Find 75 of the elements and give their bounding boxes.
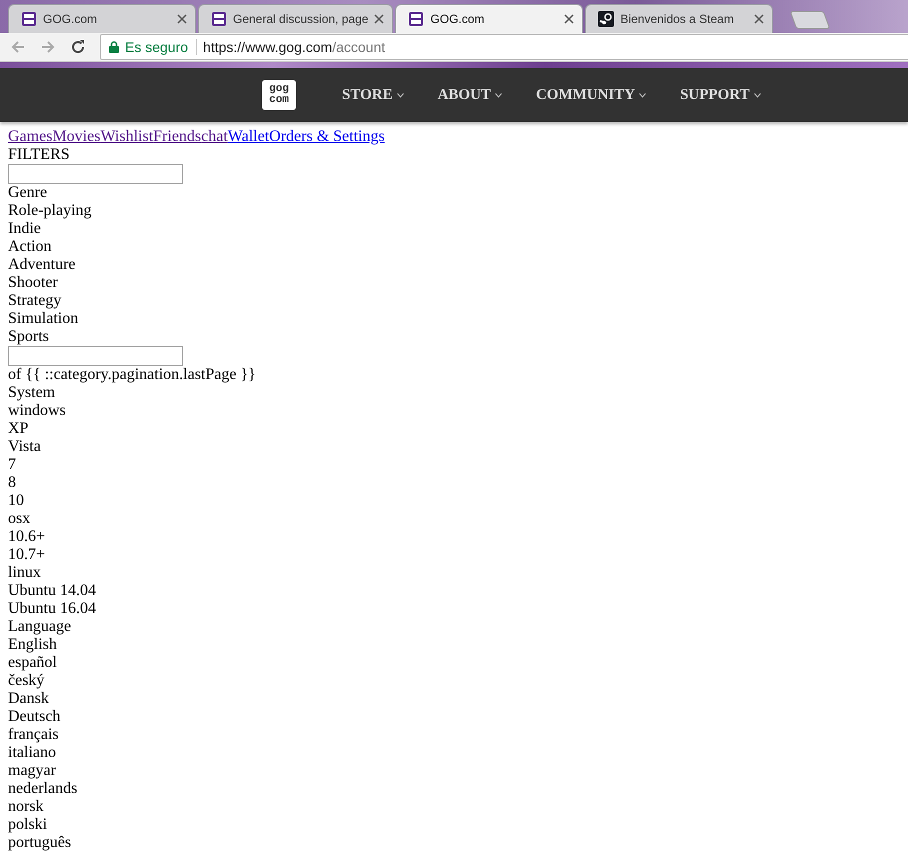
text-line: Adventure [8,256,76,274]
text-line: linux [8,564,41,582]
text-line: Vista [8,438,41,456]
text-line: 10 [8,492,24,510]
text-line: 7 [8,456,16,474]
text-line: Role-playing [8,202,92,220]
text-line: of {{ ::category.pagination.lastPage }} [8,366,256,384]
account-link[interactable]: chat [201,128,228,145]
text-line: Deutsch [8,708,60,726]
text-line: 8 [8,474,16,492]
text-line: Strategy [8,292,62,310]
favicon-icon [211,11,227,27]
text-line: Sports [8,328,49,346]
nav-menu-item[interactable]: ABOUT [438,84,502,106]
close-icon [754,14,764,24]
nav-menu-item[interactable]: SUPPORT [680,84,761,106]
text-line: polski [8,816,48,834]
text-line: osx [8,510,30,528]
text-line: português [8,834,72,852]
close-icon [564,14,574,24]
text-line: Genre [8,184,48,202]
close-icon [177,14,187,24]
site-logo[interactable]: gog com [262,80,296,110]
favicon-icon [21,11,37,27]
account-link[interactable]: Wishlist [100,128,154,145]
input-field[interactable] [8,346,183,366]
text-line: Language [8,618,72,636]
security-label: Es seguro [125,39,198,55]
account-link[interactable]: Wallet [228,128,270,145]
text-line: Action [8,238,52,256]
steam-icon [598,11,614,27]
reload-icon [70,39,86,55]
text-line: 10.7+ [8,546,46,564]
text-line: Dansk [8,690,49,708]
chevron-down-icon [754,92,761,98]
chevron-down-icon [639,92,646,98]
browser-tab[interactable]: GOG.com [8,4,196,33]
favicon-icon [408,11,424,27]
text-line: español [8,654,57,672]
browser-tab[interactable]: GOG.com [395,4,584,33]
new-tab-button[interactable] [790,11,831,29]
text-line: magyar [8,762,56,780]
text-line: český [8,672,44,690]
address-bar[interactable]: Es seguro https://www.gog.com/account [100,34,908,60]
back-icon [10,39,26,55]
nav-menu-item[interactable]: STORE [342,84,404,106]
account-link[interactable]: Games [8,128,52,145]
account-link[interactable]: Orders & Settings [269,128,385,145]
text-line: FILTERS [8,146,70,164]
text-line: windows [8,402,66,420]
lock-icon [109,41,119,53]
text-line: italiano [8,744,56,762]
account-link[interactable]: Friends [153,128,202,145]
text-line: Simulation [8,310,78,328]
chevron-down-icon [494,92,502,98]
chevron-down-icon [396,92,404,98]
text-line: English [8,636,57,654]
url-text: https://www.gog.com/account [203,38,386,57]
text-line: Ubuntu 14.04 [8,582,96,600]
text-line: XP [8,420,28,438]
input-field[interactable] [8,164,183,184]
text-line: Ubuntu 16.04 [8,600,96,618]
close-icon [374,14,384,24]
text-line: Indie [8,220,41,238]
text-line: Shooter [8,274,58,292]
nav-menu-item[interactable]: COMMUNITY [536,84,646,106]
text-line: 10.6+ [8,528,46,546]
text-line: français [8,726,59,744]
browser-tab[interactable]: General discussion, page [198,4,394,33]
text-line: nederlands [8,780,78,798]
text-line: norsk [8,798,44,816]
forward-icon [40,39,56,55]
text-line: System [8,384,56,402]
account-link[interactable]: Movies [52,128,100,145]
browser-tab[interactable]: Bienvenidos a Steam [585,4,774,33]
